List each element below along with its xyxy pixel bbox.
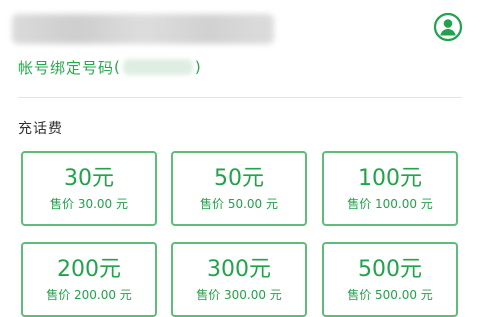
bound-number-row: 帐号绑定号码 ( ) [18, 56, 202, 78]
recharge-option-50[interactable]: 50元 售价 50.00 元 [171, 151, 307, 226]
recharge-price: 售价 200.00 元 [46, 288, 132, 302]
recharge-price: 售价 500.00 元 [347, 288, 433, 302]
recharge-option-300[interactable]: 300元 售价 300.00 元 [171, 242, 307, 317]
user-avatar-icon[interactable] [433, 12, 463, 42]
recharge-price: 售价 300.00 元 [196, 288, 282, 302]
recharge-option-500[interactable]: 500元 售价 500.00 元 [322, 242, 458, 317]
blurred-bound-number [122, 59, 193, 75]
recharge-price: 售价 100.00 元 [347, 197, 433, 211]
divider [18, 97, 462, 98]
recharge-option-30[interactable]: 30元 售价 30.00 元 [21, 151, 157, 226]
recharge-price: 售价 50.00 元 [200, 197, 278, 211]
recharge-amount: 100元 [358, 166, 422, 191]
recharge-amount: 300元 [207, 257, 271, 282]
recharge-amount: 30元 [64, 166, 114, 191]
blurred-phone-number [12, 14, 274, 44]
recharge-amount: 200元 [57, 257, 121, 282]
recharge-option-100[interactable]: 100元 售价 100.00 元 [322, 151, 458, 226]
bound-number-close-paren: ) [194, 58, 202, 76]
recharge-amount: 50元 [214, 166, 264, 191]
recharge-amount: 500元 [358, 257, 422, 282]
section-title: 充话费 [18, 121, 63, 137]
recharge-price: 售价 30.00 元 [50, 197, 128, 211]
recharge-option-200[interactable]: 200元 售价 200.00 元 [21, 242, 157, 317]
bound-number-open-paren: ( [114, 58, 121, 76]
bound-number-label: 帐号绑定号码 [18, 58, 115, 77]
